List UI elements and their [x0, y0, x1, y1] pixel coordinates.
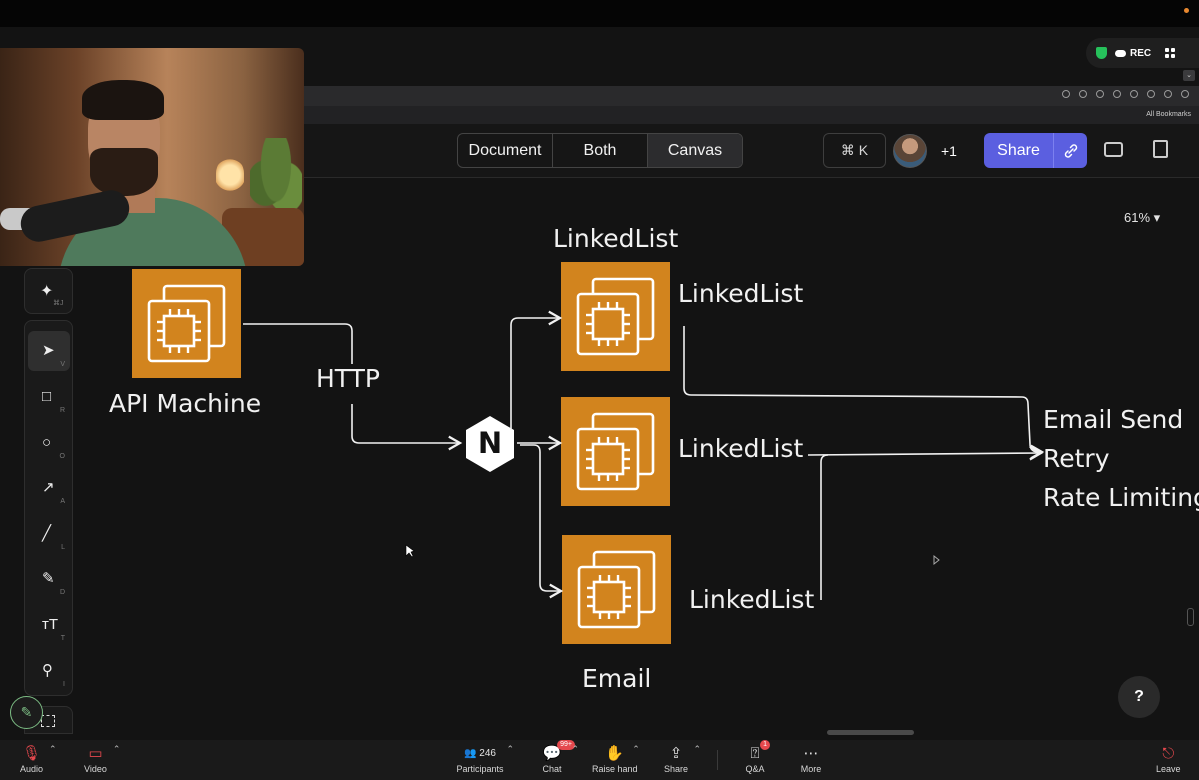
leave-icon: ⎋ — [1162, 744, 1175, 762]
nginx-node[interactable]: N — [466, 416, 514, 472]
lamp — [216, 158, 244, 192]
api-machine-ec2-icon[interactable] — [130, 267, 243, 380]
linkedlist-top-label[interactable]: LinkedList — [678, 279, 803, 308]
ai-tool-button[interactable]: ✦ ⌘J — [24, 268, 73, 314]
video-label: Video — [84, 764, 107, 774]
tool-key: D — [59, 589, 65, 596]
cursor-icon: ➤ — [42, 342, 55, 359]
divider — [717, 750, 718, 770]
tool-text[interactable]: ᴛT T — [28, 605, 70, 645]
qa-label: Q&A — [745, 764, 765, 774]
line-icon: ╱ — [42, 525, 52, 542]
image-search-icon: ⚲ — [42, 662, 53, 679]
tool-key: V — [60, 361, 65, 368]
tool-key: O — [59, 453, 65, 460]
chat-button[interactable]: 💬 99+ ⌃ Chat — [541, 740, 579, 774]
more-dots-icon: ⋯ — [803, 745, 819, 762]
chevron-up-icon[interactable]: ⌃ — [571, 744, 579, 755]
presenter-hair — [82, 80, 164, 120]
linkedlist-mid-label[interactable]: LinkedList — [678, 434, 803, 463]
tool-key: R — [59, 407, 65, 414]
muted-mic-icon: 🎙 ⌃ — [21, 744, 57, 762]
sparkle-icon: ✦ — [40, 283, 54, 300]
raise-hand-button[interactable]: ✋ ⌃ Raise hand — [592, 742, 640, 774]
svg-text:N: N — [478, 426, 502, 460]
dashed-select-icon — [41, 715, 55, 727]
drawing-toolbar: ➤ V □ R ○ O ↗ A ╱ L ✎ D ᴛT T ⚲ I — [24, 320, 73, 696]
linkedlist-title-label[interactable]: LinkedList — [553, 224, 678, 253]
qa-badge: 1 — [760, 740, 770, 750]
pencil-icon: ✎ — [20, 704, 33, 720]
help-button[interactable]: ? — [1118, 676, 1160, 718]
api-machine-label[interactable]: API Machine — [109, 389, 261, 418]
ai-shortcut: ⌘J — [53, 300, 64, 307]
leave-label: Leave — [1156, 764, 1181, 774]
more-label: More — [800, 764, 822, 774]
audio-button[interactable]: 🎙 ⌃ Audio — [20, 742, 57, 774]
linkedlist-mid-ec2-icon[interactable] — [559, 395, 672, 508]
qa-icon: ⍰ 1 — [744, 740, 770, 764]
tool-ellipse[interactable]: ○ O — [28, 423, 70, 463]
chevron-up-icon[interactable]: ⌃ — [693, 744, 701, 755]
chevron-up-icon[interactable]: ⌃ — [113, 744, 121, 755]
raise-hand-label: Raise hand — [592, 764, 638, 774]
chevron-up-icon[interactable]: ⌃ — [632, 744, 640, 755]
participants-button[interactable]: 👥 246 ⌃ Participants — [450, 742, 514, 774]
tool-arrow[interactable]: ↗ A — [28, 468, 70, 508]
text-icon: ᴛT — [42, 616, 59, 633]
tool-draw[interactable]: ✎ D — [28, 559, 70, 599]
qa-button[interactable]: ⍰ 1 Q&A — [744, 740, 770, 774]
note-rate-limiting[interactable]: Rate Limiting — [1043, 483, 1199, 512]
tool-line[interactable]: ╱ L — [28, 514, 70, 554]
participants-icon: 👥 246 ⌃ — [464, 744, 514, 759]
hand-icon: ✋ ⌃ — [605, 744, 640, 762]
linkedlist-top-ec2-icon[interactable] — [559, 260, 672, 373]
square-icon: □ — [42, 388, 52, 405]
participants-label: Participants — [456, 764, 504, 774]
circle-icon: ○ — [42, 434, 52, 451]
horizontal-scrollbar[interactable] — [827, 730, 914, 735]
chevron-up-icon[interactable]: ⌃ — [506, 744, 514, 755]
tool-image[interactable]: ⚲ I — [28, 651, 70, 691]
presenter-beard — [90, 148, 158, 196]
audio-label: Audio — [20, 764, 44, 774]
tool-rectangle[interactable]: □ R — [28, 377, 70, 417]
chevron-up-icon[interactable]: ⌃ — [49, 744, 57, 755]
meeting-controls-bar: 🎙 ⌃ Audio ▭ ⌃ Video 👥 246 ⌃ Participants 💬 9… — [0, 740, 1199, 780]
video-button[interactable]: ▭ ⌃ Video — [84, 742, 121, 774]
note-email-send[interactable]: Email Send — [1043, 405, 1183, 434]
participants-count: 246 — [479, 747, 496, 759]
collaborator-cursor-icon — [933, 554, 940, 566]
share-screen-button[interactable]: ⇪ ⌃ Share — [664, 742, 702, 774]
more-button[interactable]: ⋯ More — [800, 742, 822, 774]
arrow-icon: ↗ — [42, 479, 55, 496]
video-off-icon: ▭ ⌃ — [88, 744, 121, 762]
tool-key: T — [60, 635, 65, 642]
email-label[interactable]: Email — [582, 664, 651, 693]
share-screen-label: Share — [664, 764, 689, 774]
tool-select[interactable]: ➤ V — [28, 331, 70, 371]
share-screen-icon: ⇪ ⌃ — [669, 744, 702, 762]
tool-key: L — [61, 544, 65, 551]
chat-icon: 💬 99+ ⌃ — [542, 740, 579, 762]
mouse-cursor-icon — [405, 544, 415, 558]
tool-key: I — [63, 681, 65, 688]
pen-mode-button[interactable]: ✎ — [10, 696, 43, 729]
linkedlist-bottom-label[interactable]: LinkedList — [689, 585, 814, 614]
note-retry[interactable]: Retry — [1043, 444, 1110, 473]
vertical-scrollbar[interactable] — [1187, 608, 1194, 626]
pencil-icon: ✎ — [42, 570, 55, 587]
email-ec2-icon[interactable] — [560, 533, 673, 646]
leave-button[interactable]: ⎋ Leave — [1156, 742, 1181, 775]
presenter-video-tile[interactable] — [0, 48, 304, 266]
chat-label: Chat — [542, 764, 562, 774]
tool-key: A — [60, 498, 65, 505]
http-label[interactable]: HTTP — [316, 364, 380, 393]
